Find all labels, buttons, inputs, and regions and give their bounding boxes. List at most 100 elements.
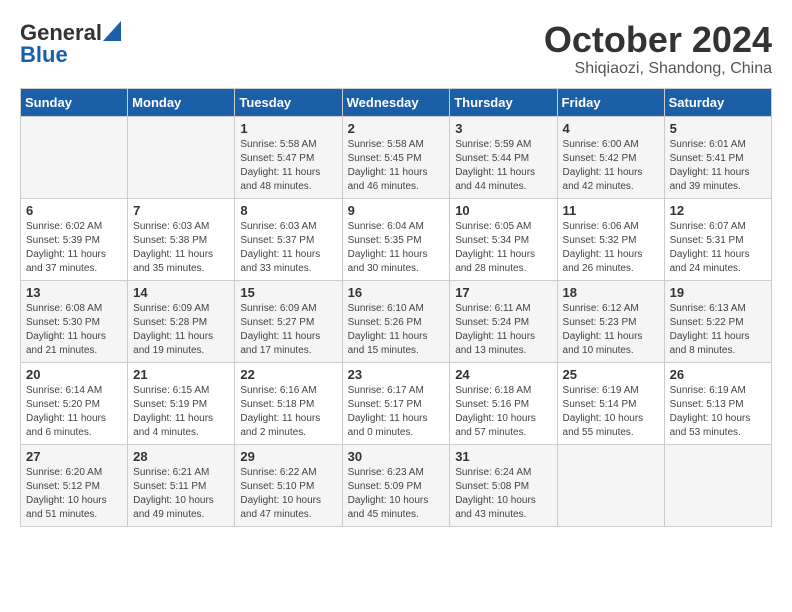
calendar-cell: 7Sunrise: 6:03 AMSunset: 5:38 PMDaylight… (128, 198, 235, 280)
day-number: 13 (26, 285, 122, 300)
location-title: Shiqiaozi, Shandong, China (544, 60, 772, 78)
calendar-week-row: 20 Sunrise: 6:14 AMSunset: 5:20 PMDayligh… (21, 362, 772, 444)
day-info: Sunrise: 6:07 AMSunset: 5:31 PMDaylight:… (670, 220, 766, 276)
calendar-cell: 8 Sunrise: 6:03 AMSunset: 5:37 PMDaylight… (235, 198, 342, 280)
weekday-header-thursday: Thursday (450, 88, 557, 116)
day-number: 17 (455, 285, 551, 300)
logo: General Blue (20, 20, 121, 68)
day-info: Sunrise: 5:58 AMSunset: 5:45 PMDaylight:… (348, 138, 445, 194)
day-number: 29 (240, 449, 336, 464)
day-number: 20 (26, 367, 122, 382)
weekday-header-row: SundayMondayTuesdayWednesdayThursdayFrid… (21, 88, 772, 116)
title-section: October 2024 Shiqiaozi, Shandong, China (544, 20, 772, 78)
day-info: Sunrise: 6:24 AMSunset: 5:08 PMDaylight:… (455, 466, 551, 522)
day-number: 5 (670, 121, 766, 136)
day-number: 16 (348, 285, 445, 300)
calendar-cell: 22Sunrise: 6:16 AMSunset: 5:18 PMDayligh… (235, 362, 342, 444)
calendar-cell: 12 Sunrise: 6:07 AMSunset: 5:31 PMDayligh… (664, 198, 771, 280)
day-info: Sunrise: 5:58 AMSunset: 5:47 PMDaylight:… (240, 138, 336, 194)
day-info: Sunrise: 6:09 AMSunset: 5:27 PMDaylight:… (240, 302, 336, 358)
page-header: General Blue October 2024 Shiqiaozi, Sha… (20, 20, 772, 78)
day-info: Sunrise: 6:03 AMSunset: 5:37 PMDaylight:… (240, 220, 336, 276)
calendar-cell: 24Sunrise: 6:18 AMSunset: 5:16 PMDayligh… (450, 362, 557, 444)
calendar-week-row: 13 Sunrise: 6:08 AMSunset: 5:30 PMDayligh… (21, 280, 772, 362)
day-number: 31 (455, 449, 551, 464)
day-number: 21 (133, 367, 229, 382)
day-info: Sunrise: 6:19 AMSunset: 5:14 PMDaylight:… (563, 384, 659, 440)
day-info: Sunrise: 5:59 AMSunset: 5:44 PMDaylight:… (455, 138, 551, 194)
day-number: 14 (133, 285, 229, 300)
day-number: 3 (455, 121, 551, 136)
month-title: October 2024 (544, 20, 772, 60)
day-number: 7 (133, 203, 229, 218)
calendar-cell (557, 444, 664, 526)
day-number: 12 (670, 203, 766, 218)
calendar-cell: 27 Sunrise: 6:20 AMSunset: 5:12 PMDayligh… (21, 444, 128, 526)
calendar-cell (21, 116, 128, 198)
day-number: 15 (240, 285, 336, 300)
day-info: Sunrise: 6:14 AMSunset: 5:20 PMDaylight:… (26, 384, 122, 440)
day-info: Sunrise: 6:10 AMSunset: 5:26 PMDaylight:… (348, 302, 445, 358)
weekday-header-wednesday: Wednesday (342, 88, 450, 116)
calendar-cell: 21Sunrise: 6:15 AMSunset: 5:19 PMDayligh… (128, 362, 235, 444)
calendar-cell: 10 Sunrise: 6:05 AMSunset: 5:34 PMDayligh… (450, 198, 557, 280)
day-info: Sunrise: 6:06 AMSunset: 5:32 PMDaylight:… (563, 220, 659, 276)
day-number: 18 (563, 285, 659, 300)
day-info: Sunrise: 6:00 AMSunset: 5:42 PMDaylight:… (563, 138, 659, 194)
day-number: 24 (455, 367, 551, 382)
calendar-cell: 3 Sunrise: 5:59 AMSunset: 5:44 PMDaylight… (450, 116, 557, 198)
calendar-cell: 14Sunrise: 6:09 AMSunset: 5:28 PMDayligh… (128, 280, 235, 362)
calendar-cell: 4 Sunrise: 6:00 AMSunset: 5:42 PMDaylight… (557, 116, 664, 198)
calendar-cell: 16 Sunrise: 6:10 AMSunset: 5:26 PMDayligh… (342, 280, 450, 362)
calendar-cell: 1 Sunrise: 5:58 AMSunset: 5:47 PMDaylight… (235, 116, 342, 198)
calendar-cell: 30 Sunrise: 6:23 AMSunset: 5:09 PMDayligh… (342, 444, 450, 526)
calendar-cell: 15 Sunrise: 6:09 AMSunset: 5:27 PMDayligh… (235, 280, 342, 362)
day-number: 1 (240, 121, 336, 136)
weekday-header-tuesday: Tuesday (235, 88, 342, 116)
calendar-cell: 9 Sunrise: 6:04 AMSunset: 5:35 PMDaylight… (342, 198, 450, 280)
day-number: 30 (348, 449, 445, 464)
day-number: 28 (133, 449, 229, 464)
calendar-cell: 19Sunrise: 6:13 AMSunset: 5:22 PMDayligh… (664, 280, 771, 362)
day-number: 11 (563, 203, 659, 218)
day-info: Sunrise: 6:08 AMSunset: 5:30 PMDaylight:… (26, 302, 122, 358)
calendar-cell (128, 116, 235, 198)
day-info: Sunrise: 6:01 AMSunset: 5:41 PMDaylight:… (670, 138, 766, 194)
day-info: Sunrise: 6:05 AMSunset: 5:34 PMDaylight:… (455, 220, 551, 276)
day-info: Sunrise: 6:04 AMSunset: 5:35 PMDaylight:… (348, 220, 445, 276)
day-number: 27 (26, 449, 122, 464)
calendar-cell: 25 Sunrise: 6:19 AMSunset: 5:14 PMDayligh… (557, 362, 664, 444)
calendar-cell: 17Sunrise: 6:11 AMSunset: 5:24 PMDayligh… (450, 280, 557, 362)
weekday-header-monday: Monday (128, 88, 235, 116)
calendar-week-row: 6Sunrise: 6:02 AMSunset: 5:39 PMDaylight… (21, 198, 772, 280)
day-info: Sunrise: 6:21 AMSunset: 5:11 PMDaylight:… (133, 466, 229, 522)
day-number: 10 (455, 203, 551, 218)
day-number: 26 (670, 367, 766, 382)
day-number: 9 (348, 203, 445, 218)
logo-triangle-icon (103, 21, 121, 41)
weekday-header-friday: Friday (557, 88, 664, 116)
calendar-cell: 13 Sunrise: 6:08 AMSunset: 5:30 PMDayligh… (21, 280, 128, 362)
calendar-cell: 11 Sunrise: 6:06 AMSunset: 5:32 PMDayligh… (557, 198, 664, 280)
day-info: Sunrise: 6:23 AMSunset: 5:09 PMDaylight:… (348, 466, 445, 522)
calendar-cell: 23 Sunrise: 6:17 AMSunset: 5:17 PMDayligh… (342, 362, 450, 444)
day-number: 25 (563, 367, 659, 382)
day-number: 22 (240, 367, 336, 382)
calendar-cell: 2Sunrise: 5:58 AMSunset: 5:45 PMDaylight… (342, 116, 450, 198)
day-number: 23 (348, 367, 445, 382)
day-info: Sunrise: 6:12 AMSunset: 5:23 PMDaylight:… (563, 302, 659, 358)
calendar-cell: 26Sunrise: 6:19 AMSunset: 5:13 PMDayligh… (664, 362, 771, 444)
calendar-week-row: 1 Sunrise: 5:58 AMSunset: 5:47 PMDaylight… (21, 116, 772, 198)
day-info: Sunrise: 6:13 AMSunset: 5:22 PMDaylight:… (670, 302, 766, 358)
calendar-cell: 5 Sunrise: 6:01 AMSunset: 5:41 PMDaylight… (664, 116, 771, 198)
calendar-cell: 31 Sunrise: 6:24 AMSunset: 5:08 PMDayligh… (450, 444, 557, 526)
day-number: 4 (563, 121, 659, 136)
calendar-cell: 18 Sunrise: 6:12 AMSunset: 5:23 PMDayligh… (557, 280, 664, 362)
calendar-cell (664, 444, 771, 526)
day-number: 8 (240, 203, 336, 218)
logo-blue: Blue (20, 42, 68, 68)
day-info: Sunrise: 6:02 AMSunset: 5:39 PMDaylight:… (26, 220, 122, 276)
day-info: Sunrise: 6:20 AMSunset: 5:12 PMDaylight:… (26, 466, 122, 522)
calendar-cell: 6Sunrise: 6:02 AMSunset: 5:39 PMDaylight… (21, 198, 128, 280)
day-info: Sunrise: 6:17 AMSunset: 5:17 PMDaylight:… (348, 384, 445, 440)
